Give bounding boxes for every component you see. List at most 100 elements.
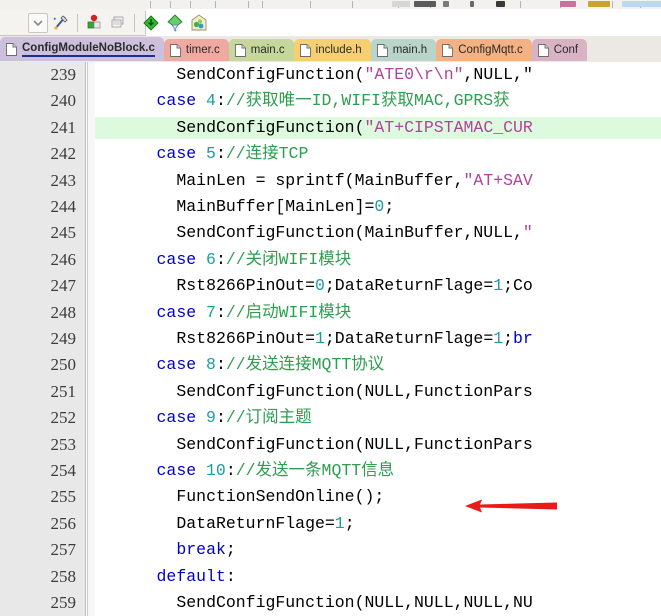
code-token: : bbox=[215, 302, 226, 322]
code-line[interactable]: SendConfigFunction("ATE0\r\n",NULL," bbox=[95, 62, 661, 88]
line-number: 255 bbox=[50, 487, 77, 507]
package-icon bbox=[191, 13, 207, 30]
tab-label: main.c bbox=[250, 44, 285, 56]
tab-configmqtt-c[interactable]: ConfigMqtt.c bbox=[436, 39, 532, 61]
debug-button[interactable] bbox=[164, 12, 186, 33]
tab-label: Conf bbox=[553, 44, 579, 56]
package-button[interactable] bbox=[188, 12, 210, 33]
code-line[interactable]: case 5://连接TCP bbox=[95, 141, 661, 167]
code-line[interactable]: SendConfigFunction(NULL,NULL,NULL,NU bbox=[95, 590, 661, 616]
code-token: "AT+CIPSTAMAC_CUR bbox=[364, 117, 533, 137]
toolbar-tick bbox=[170, 1, 171, 8]
tab-include-h[interactable]: include.h bbox=[293, 39, 371, 61]
rebuild-button[interactable] bbox=[107, 12, 129, 33]
code-line[interactable]: SendConfigFunction(MainBuffer,NULL," bbox=[95, 220, 661, 246]
line-number: 242 bbox=[50, 144, 77, 164]
toolbar-item[interactable] bbox=[496, 1, 505, 7]
code-line[interactable]: MainBuffer[MainLen]=0; bbox=[95, 194, 661, 220]
code-token: Rst8266PinOut= bbox=[176, 276, 315, 296]
code-token: DataReturnFlage= bbox=[176, 513, 335, 533]
code-token: 0 bbox=[374, 197, 385, 216]
code-line-text: SendConfigFunction(NULL,NULL,NULL,NU bbox=[174, 590, 532, 616]
code-token: //启动WIFI模块 bbox=[225, 302, 352, 322]
code-token: 1 bbox=[493, 329, 504, 348]
code-line-text: case 10://发送一条MQTT信息 bbox=[155, 458, 395, 484]
file-icon bbox=[442, 43, 454, 57]
toolbar-item[interactable] bbox=[622, 1, 661, 7]
tab-main-h[interactable]: main.h bbox=[370, 39, 437, 61]
code-line[interactable]: FunctionSendOnline(); bbox=[95, 484, 661, 510]
code-line[interactable]: case 6://关闭WIFI模块 bbox=[95, 247, 661, 273]
code-line[interactable]: case 7://启动WIFI模块 bbox=[95, 300, 661, 326]
wand-icon bbox=[53, 14, 68, 30]
code-line[interactable]: case 9://订阅主题 bbox=[95, 405, 661, 431]
code-folding-column[interactable] bbox=[87, 62, 95, 616]
toolbar-tick bbox=[150, 1, 151, 8]
line-number: 249 bbox=[50, 329, 77, 348]
toolbar-item[interactable] bbox=[443, 1, 449, 7]
toolbar-item[interactable] bbox=[392, 1, 410, 7]
code-token: case bbox=[156, 91, 197, 111]
code-token: //发送连接MQTT协议 bbox=[225, 355, 385, 375]
toolbar-item[interactable] bbox=[588, 1, 610, 7]
code-token: //发送一条MQTT信息 bbox=[235, 461, 395, 480]
code-line[interactable]: case 10://发送一条MQTT信息 bbox=[95, 458, 661, 484]
line-number-row: 239 bbox=[0, 62, 86, 88]
line-number-row: 254 bbox=[0, 458, 86, 484]
build-tools-button[interactable] bbox=[50, 12, 72, 33]
code-line-text: MainLen = sprintf(MainBuffer,"AT+SAV bbox=[174, 168, 532, 194]
tab-timer-c[interactable]: timer.c bbox=[163, 39, 229, 61]
code-line[interactable]: SendConfigFunction("AT+CIPSTAMAC_CUR bbox=[95, 115, 661, 141]
toolbar-separator bbox=[77, 13, 78, 32]
code-token: break bbox=[176, 540, 226, 560]
code-line[interactable]: default: bbox=[95, 564, 661, 590]
code-token: 0 bbox=[314, 276, 325, 296]
code-line[interactable]: DataReturnFlage=1; bbox=[95, 511, 661, 537]
code-content-area[interactable]: SendConfigFunction("ATE0\r\n",NULL," case… bbox=[95, 62, 661, 616]
build-button[interactable] bbox=[83, 12, 105, 33]
code-line[interactable]: MainLen = sprintf(MainBuffer,"AT+SAV bbox=[95, 168, 661, 194]
file-icon bbox=[299, 43, 311, 57]
line-number: 246 bbox=[50, 249, 77, 269]
toolbar-item[interactable] bbox=[470, 1, 474, 7]
toolbar-item[interactable] bbox=[414, 1, 436, 7]
line-number-row: 253 bbox=[0, 432, 86, 458]
code-line[interactable]: case 8://发送连接MQTT协议 bbox=[95, 352, 661, 378]
code-token: default bbox=[156, 566, 226, 586]
code-token: //获取唯一ID,WIFI获取MAC,GPRS获 bbox=[225, 91, 510, 111]
code-line-text: break; bbox=[174, 537, 235, 563]
toolbar-tick bbox=[215, 1, 216, 8]
code-token: SendConfigFunction(NULL,FunctionPars bbox=[176, 381, 533, 401]
file-icon bbox=[6, 42, 17, 56]
code-token: ; bbox=[384, 197, 395, 216]
line-number-row: 248 bbox=[0, 300, 86, 326]
code-line[interactable]: SendConfigFunction(NULL,FunctionPars bbox=[95, 432, 661, 458]
code-token: : bbox=[215, 355, 226, 375]
tab-configmodulenoblock-c[interactable]: ConfigModuleNoBlock.c bbox=[0, 37, 164, 61]
line-number-row: 252 bbox=[0, 405, 86, 431]
tab-main-c[interactable]: main.c bbox=[228, 39, 294, 61]
tab-conf[interactable]: Conf bbox=[531, 39, 588, 61]
code-line[interactable]: Rst8266PinOut=1;DataReturnFlage=1;br bbox=[95, 326, 661, 352]
line-number: 252 bbox=[50, 408, 77, 428]
toolbar-item[interactable] bbox=[560, 1, 576, 7]
code-line[interactable]: case 4://获取唯一ID,WIFI获取MAC,GPRS获 bbox=[95, 88, 661, 114]
tab-label: timer.c bbox=[185, 44, 220, 56]
download-button[interactable] bbox=[140, 12, 162, 33]
code-line[interactable]: Rst8266PinOut=0;DataReturnFlage=1;Co bbox=[95, 273, 661, 299]
dropdown-arrow-button[interactable] bbox=[28, 12, 48, 33]
code-line[interactable]: break; bbox=[95, 537, 661, 563]
code-line-text: case 8://发送连接MQTT协议 bbox=[155, 352, 385, 378]
code-line-text: case 4://获取唯一ID,WIFI获取MAC,GPRS获 bbox=[155, 88, 510, 114]
editor-tab-bar[interactable]: ConfigModuleNoBlock.c timer.c main.c includ… bbox=[0, 36, 661, 62]
line-number-row: 243 bbox=[0, 168, 86, 194]
toolbar-empty-area bbox=[146, 9, 661, 36]
line-number-row: 245 bbox=[0, 220, 86, 246]
chevron-down-icon bbox=[33, 19, 43, 26]
code-line[interactable]: SendConfigFunction(NULL,FunctionPars bbox=[95, 379, 661, 405]
code-editor[interactable]: 239 240 241 242 243 244 245 246 247 248 249 250 251 2… bbox=[0, 62, 661, 616]
